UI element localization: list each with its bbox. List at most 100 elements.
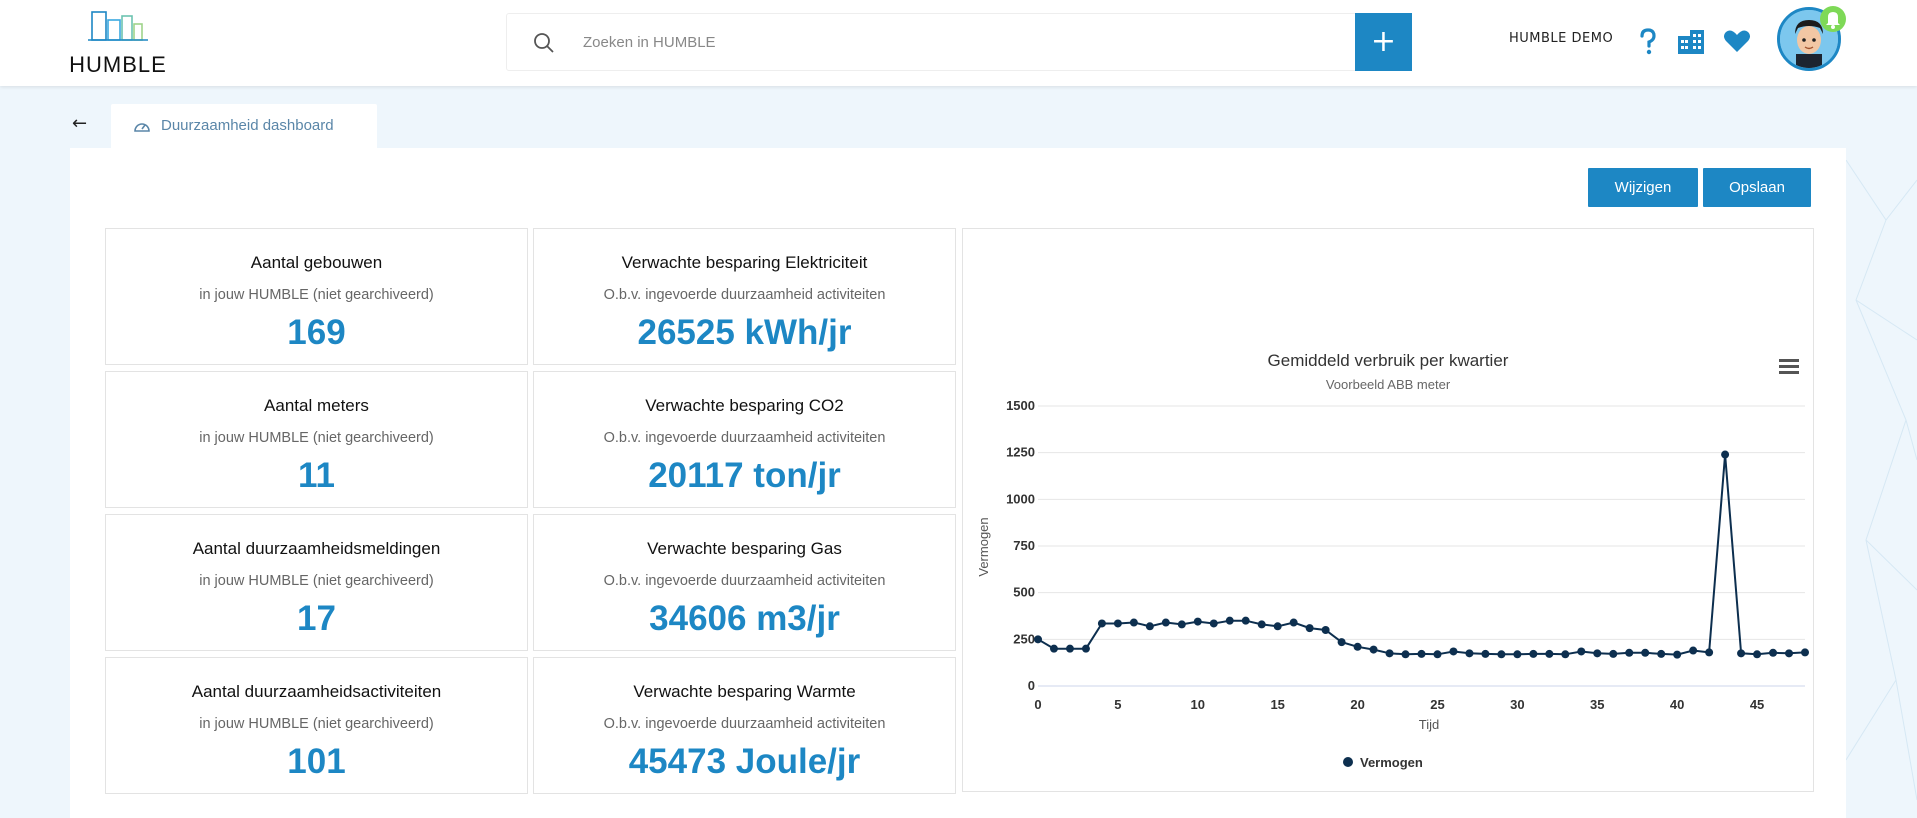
data-point[interactable]	[1161, 618, 1170, 627]
data-point[interactable]	[1545, 649, 1554, 658]
data-point[interactable]	[1705, 648, 1714, 657]
card-value: 101	[287, 742, 346, 781]
buildings-icon[interactable]	[1676, 26, 1706, 56]
data-point[interactable]	[1177, 620, 1186, 629]
top-bar: HUMBLE + HUMBLE DEMO	[0, 0, 1917, 86]
data-point[interactable]	[1353, 642, 1362, 651]
data-point[interactable]	[1577, 647, 1586, 656]
tab-duurzaamheid-dashboard[interactable]: Duurzaamheid dashboard	[111, 104, 377, 148]
data-point[interactable]	[1257, 620, 1266, 629]
data-point[interactable]	[1049, 644, 1058, 653]
x-tick-label: 20	[1350, 697, 1364, 712]
card-title: Verwachte besparing Gas	[647, 539, 842, 558]
y-tick-label: 1000	[1006, 491, 1035, 506]
data-point[interactable]	[1593, 649, 1602, 658]
data-point[interactable]	[1401, 650, 1410, 659]
edit-button[interactable]: Wijzigen	[1588, 168, 1698, 207]
x-tick-label: 25	[1430, 697, 1444, 712]
save-button[interactable]: Opslaan	[1703, 168, 1811, 207]
data-point[interactable]	[1113, 619, 1122, 628]
data-point[interactable]	[1337, 638, 1346, 647]
background-decoration	[1846, 160, 1917, 801]
data-point[interactable]	[1097, 619, 1106, 628]
data-point[interactable]	[1209, 619, 1218, 628]
data-point[interactable]	[1034, 635, 1042, 644]
data-point[interactable]	[1753, 650, 1762, 659]
data-point[interactable]	[1289, 618, 1298, 627]
card-besparing-gas: Verwachte besparing Gas O.b.v. ingevoerd…	[533, 514, 956, 651]
data-point[interactable]	[1641, 648, 1650, 657]
card-value: 11	[298, 456, 335, 495]
add-button[interactable]: +	[1355, 13, 1412, 71]
legend[interactable]: Vermogen	[1343, 755, 1423, 770]
card-title: Verwachte besparing Warmte	[633, 682, 856, 701]
y-tick-label: 250	[1013, 631, 1035, 646]
legend-label: Vermogen	[1360, 755, 1423, 770]
card-title: Aantal gebouwen	[250, 253, 383, 272]
chart-menu-icon[interactable]	[1779, 359, 1799, 374]
data-point[interactable]	[1273, 622, 1282, 631]
x-tick-label: 5	[1114, 697, 1121, 712]
card-title: Verwachte besparing Elektriciteit	[621, 253, 868, 272]
notification-badge[interactable]	[1820, 6, 1846, 32]
data-point[interactable]	[1673, 650, 1682, 659]
y-tick-label: 500	[1013, 585, 1035, 600]
question-icon[interactable]	[1633, 26, 1663, 56]
data-point[interactable]	[1513, 650, 1522, 659]
data-point[interactable]	[1625, 648, 1634, 657]
data-point[interactable]	[1609, 649, 1618, 658]
card-subtitle: O.b.v. ingevoerde duurzaamheid activitei…	[603, 573, 886, 589]
data-point[interactable]	[1369, 645, 1378, 654]
card-besparing-elektriciteit: Verwachte besparing Elektriciteit O.b.v.…	[533, 228, 956, 365]
y-tick-label: 0	[1028, 678, 1035, 693]
data-point[interactable]	[1721, 450, 1730, 459]
card-subtitle: O.b.v. ingevoerde duurzaamheid activitei…	[603, 430, 886, 446]
heart-icon[interactable]	[1722, 26, 1752, 56]
y-tick-label: 750	[1013, 538, 1035, 553]
data-point[interactable]	[1529, 649, 1538, 658]
dashboard-gauge-icon	[134, 123, 150, 132]
data-point[interactable]	[1065, 644, 1074, 653]
data-point[interactable]	[1225, 616, 1234, 625]
card-aantal-meldingen: Aantal duurzaamheidsmeldingen in jouw HU…	[105, 514, 528, 651]
x-tick-label: 0	[1034, 697, 1041, 712]
card-value: 17	[297, 599, 336, 638]
bell-icon	[1826, 12, 1840, 29]
x-tick-label: 10	[1191, 697, 1205, 712]
data-point[interactable]	[1769, 648, 1778, 657]
data-point[interactable]	[1417, 649, 1426, 658]
data-point[interactable]	[1657, 649, 1666, 658]
data-point[interactable]	[1081, 644, 1090, 653]
data-point[interactable]	[1385, 649, 1394, 658]
user-name[interactable]: HUMBLE DEMO	[1509, 31, 1613, 46]
search-bar	[506, 13, 1412, 71]
data-point[interactable]	[1433, 650, 1442, 659]
card-value: 26525 kWh/jr	[637, 313, 852, 352]
chart-subtitle: Voorbeeld ABB meter	[1326, 377, 1451, 392]
card-subtitle: in jouw HUMBLE (niet gearchiveerd)	[199, 716, 434, 732]
search-input[interactable]	[583, 14, 1323, 70]
data-point[interactable]	[1129, 618, 1138, 627]
data-point[interactable]	[1465, 649, 1474, 658]
card-subtitle: in jouw HUMBLE (niet gearchiveerd)	[199, 573, 434, 589]
data-point[interactable]	[1481, 649, 1490, 658]
data-point[interactable]	[1561, 650, 1570, 659]
data-point[interactable]	[1305, 624, 1314, 633]
data-point[interactable]	[1785, 649, 1794, 658]
humble-logo[interactable]: HUMBLE	[68, 10, 168, 77]
data-point[interactable]	[1193, 617, 1202, 626]
data-point[interactable]	[1737, 649, 1746, 658]
data-point[interactable]	[1241, 616, 1250, 625]
tab-label: Duurzaamheid dashboard	[161, 117, 334, 134]
y-tick-label: 1500	[1006, 398, 1035, 413]
data-point[interactable]	[1145, 622, 1154, 631]
data-point[interactable]	[1497, 650, 1506, 659]
data-point[interactable]	[1801, 648, 1809, 657]
y-axis-label: Vermogen	[976, 517, 991, 576]
data-point[interactable]	[1321, 626, 1330, 634]
x-tick-label: 30	[1510, 697, 1524, 712]
data-point[interactable]	[1449, 647, 1458, 656]
card-title: Aantal meters	[264, 396, 369, 415]
data-point[interactable]	[1689, 646, 1698, 655]
back-button[interactable]: ←	[72, 113, 87, 134]
